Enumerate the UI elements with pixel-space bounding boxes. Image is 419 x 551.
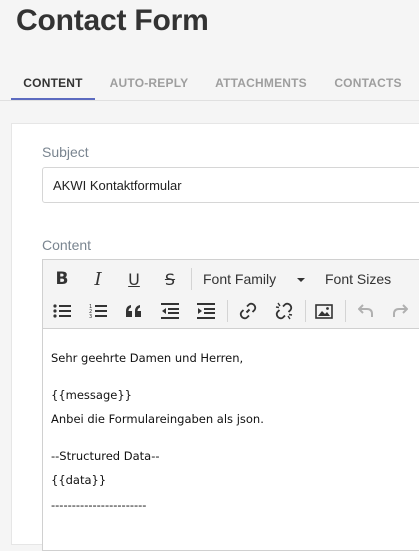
tab-contacts[interactable]: CONTACTS	[328, 66, 408, 100]
content-line: --Structured Data--	[51, 448, 160, 463]
toolbar-separator	[345, 300, 346, 322]
blockquote-icon[interactable]	[121, 298, 147, 324]
bold-button[interactable]: B	[49, 266, 75, 292]
indent-icon[interactable]	[193, 298, 219, 324]
font-family-caret-icon[interactable]	[297, 278, 305, 282]
toolbar-separator	[191, 268, 192, 290]
tab-content[interactable]: CONTENT	[11, 66, 95, 100]
numbered-list-icon[interactable]: 1 2 3	[85, 298, 111, 324]
content-line	[51, 432, 419, 444]
content-line: {{message}}	[51, 387, 132, 402]
editor-toolbar: B I U S Font Family Font Sizes 1 2 3	[43, 260, 419, 329]
image-icon[interactable]	[311, 298, 337, 324]
svg-text:3: 3	[89, 314, 92, 319]
undo-icon[interactable]	[353, 298, 379, 324]
tab-attachments[interactable]: ATTACHMENTS	[207, 66, 315, 100]
content-line	[51, 371, 419, 383]
toolbar-separator	[227, 300, 228, 322]
content-line: Sehr geehrte Damen und Herren,	[51, 351, 244, 365]
subject-input[interactable]: AKWI Kontaktformular	[42, 167, 419, 203]
strikethrough-button[interactable]: S	[157, 266, 183, 292]
editor-content[interactable]: Sehr geehrte Damen und Herren, {{message…	[51, 346, 419, 517]
content-line: -----------------------	[51, 497, 147, 512]
tab-bar: CONTENT AUTO-REPLY ATTACHMENTS CONTACTS	[0, 66, 419, 100]
font-sizes-dropdown[interactable]: Font Sizes	[325, 269, 391, 289]
content-line: Anbei die Formulareingaben als json.	[51, 412, 264, 426]
subject-label: Subject	[42, 144, 89, 160]
page-title: Contact Form	[16, 4, 209, 37]
italic-button[interactable]: I	[85, 266, 111, 292]
content-line: {{data}}	[51, 473, 107, 487]
underline-button[interactable]: U	[121, 266, 147, 292]
tab-divider	[0, 100, 419, 101]
redo-icon[interactable]	[387, 298, 413, 324]
rich-text-editor: B I U S Font Family Font Sizes 1 2 3 Seh…	[42, 259, 419, 551]
bullet-list-icon[interactable]	[49, 298, 75, 324]
font-family-dropdown[interactable]: Font Family	[203, 269, 276, 289]
tab-auto-reply[interactable]: AUTO-REPLY	[106, 66, 192, 100]
outdent-icon[interactable]	[157, 298, 183, 324]
link-icon[interactable]	[235, 298, 261, 324]
content-label: Content	[42, 237, 92, 253]
toolbar-separator	[305, 300, 306, 322]
unlink-icon[interactable]	[271, 298, 297, 324]
